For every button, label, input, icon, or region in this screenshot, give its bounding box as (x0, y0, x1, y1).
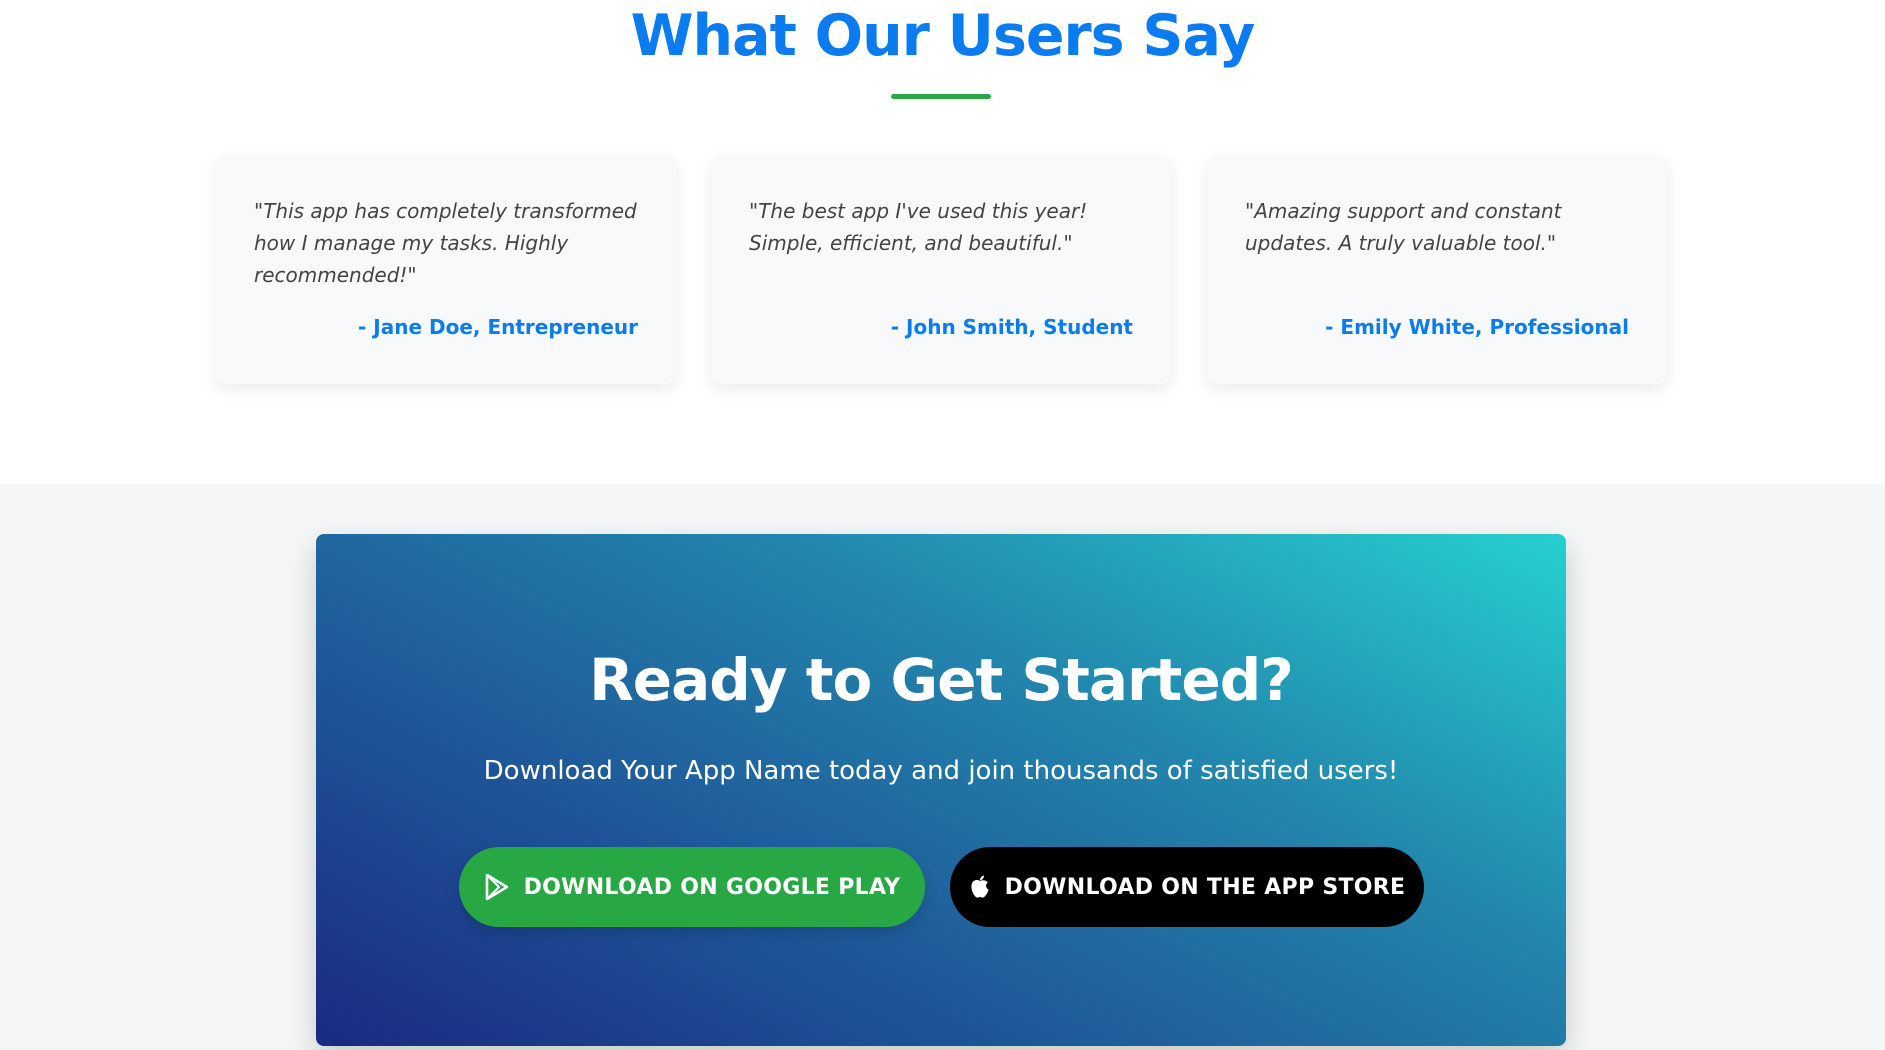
testimonials-title: What Our Users Say (630, 3, 1256, 69)
testimonial-author: - Jane Doe, Entrepreneur (358, 315, 638, 339)
testimonial-card: "The best app I've used this year! Simpl… (711, 155, 1171, 384)
testimonial-card: "Amazing support and constant updates. A… (1207, 155, 1667, 384)
testimonial-author: - John Smith, Student (890, 315, 1133, 339)
testimonial-quote: "Amazing support and constant updates. A… (1245, 199, 1562, 255)
testimonial-quote: "This app has completely transformed how… (254, 199, 637, 287)
google-play-icon (484, 873, 510, 901)
testimonial-quote: "The best app I've used this year! Simpl… (749, 199, 1088, 255)
testimonial-author: - Emily White, Professional (1325, 315, 1629, 339)
cta-section: Ready to Get Started? Download Your App … (0, 484, 1885, 1050)
app-store-label: DOWNLOAD ON THE APP STORE (1004, 874, 1406, 900)
google-play-button[interactable]: DOWNLOAD ON GOOGLE PLAY (459, 847, 925, 927)
cta-banner: Ready to Get Started? Download Your App … (316, 534, 1566, 1046)
testimonial-card: "This app has completely transformed how… (216, 155, 676, 384)
testimonials-section: What Our Users Say "This app has complet… (0, 0, 1885, 484)
cta-title: Ready to Get Started? (589, 646, 1294, 714)
cta-subtitle: Download Your App Name today and join th… (483, 756, 1399, 786)
google-play-label: DOWNLOAD ON GOOGLE PLAY (523, 874, 901, 900)
app-store-button[interactable]: DOWNLOAD ON THE APP STORE (950, 847, 1424, 927)
title-underline (891, 94, 991, 99)
apple-icon (969, 874, 991, 900)
